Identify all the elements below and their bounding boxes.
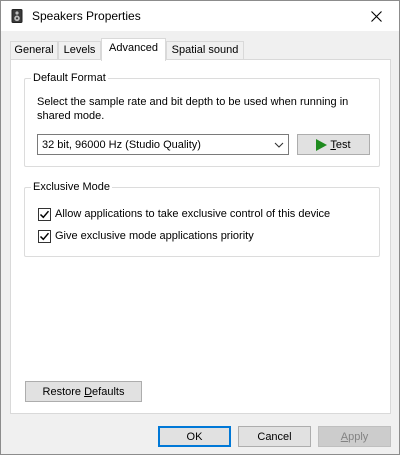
default-format-group: Default Format Select the sample rate an… xyxy=(24,71,380,167)
tab-general[interactable]: General xyxy=(10,41,58,60)
tab-advanced[interactable]: Advanced xyxy=(101,38,166,61)
chevron-down-icon xyxy=(274,142,284,148)
speaker-icon xyxy=(11,9,23,23)
apply-button[interactable]: Apply xyxy=(318,426,391,447)
allow-exclusive-label: Allow applications to take exclusive con… xyxy=(55,208,331,220)
close-button[interactable] xyxy=(353,1,399,31)
restore-defaults-button[interactable]: Restore Defaults xyxy=(25,381,142,402)
close-icon xyxy=(370,10,382,22)
allow-exclusive-checkbox-row[interactable]: Allow applications to take exclusive con… xyxy=(38,207,330,221)
apply-button-label-accel: A xyxy=(340,430,349,443)
tab-levels[interactable]: Levels xyxy=(58,41,101,60)
exclusive-priority-checkbox[interactable] xyxy=(38,229,51,243)
ok-button[interactable]: OK xyxy=(158,426,231,447)
play-icon xyxy=(316,138,328,151)
checkmark-icon xyxy=(39,210,50,218)
speakers-properties-window: Speakers Properties General Levels Advan… xyxy=(0,0,400,455)
tab-strip: General Levels Advanced Spatial sound xyxy=(10,38,390,61)
default-format-legend: Default Format xyxy=(31,71,108,85)
exclusive-priority-label: Give exclusive mode applications priorit… xyxy=(55,230,254,242)
apply-button-label: Apply xyxy=(341,431,369,443)
allow-exclusive-checkbox[interactable] xyxy=(38,207,51,221)
checkmark-icon xyxy=(39,232,50,240)
test-button-label-rest: est xyxy=(335,138,351,151)
exclusive-mode-legend: Exclusive Mode xyxy=(31,180,113,194)
apply-button-label-rest: pply xyxy=(348,430,369,443)
title-bar[interactable]: Speakers Properties xyxy=(1,1,399,31)
restore-defaults-label-pre: Restore xyxy=(42,385,85,398)
restore-defaults-label-accel: D xyxy=(84,385,93,398)
exclusive-priority-checkbox-row[interactable]: Give exclusive mode applications priorit… xyxy=(38,229,254,243)
cancel-button[interactable]: Cancel xyxy=(238,426,311,447)
format-select-value: 32 bit, 96000 Hz (Studio Quality) xyxy=(42,139,201,151)
format-select[interactable]: 32 bit, 96000 Hz (Studio Quality) xyxy=(37,134,289,155)
test-button-label: Test xyxy=(330,139,350,151)
default-format-description: Select the sample rate and bit depth to … xyxy=(37,96,349,122)
restore-defaults-label-rest: efaults xyxy=(92,385,125,398)
exclusive-mode-group: Exclusive Mode Allow applications to tak… xyxy=(24,180,380,257)
tab-spatial-sound[interactable]: Spatial sound xyxy=(166,41,244,60)
advanced-panel: Default Format Select the sample rate an… xyxy=(10,59,391,414)
restore-defaults-label: Restore Defaults xyxy=(43,386,125,398)
window-title: Speakers Properties xyxy=(32,9,141,23)
test-button[interactable]: Test xyxy=(297,134,370,155)
